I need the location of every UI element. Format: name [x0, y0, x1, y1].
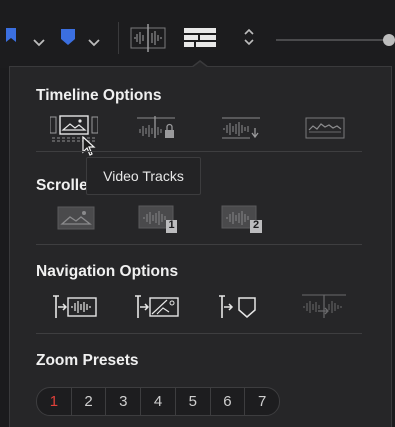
zoom-preset-5[interactable]: 5	[176, 388, 211, 415]
nav-marker-icon[interactable]	[217, 292, 263, 325]
zoom-slider-handle[interactable]	[383, 34, 395, 46]
zoom-preset-6[interactable]: 6	[211, 388, 246, 415]
zoom-preset-2[interactable]: 2	[72, 388, 107, 415]
nav-audio-icon[interactable]	[51, 292, 99, 325]
timeline-options-title: Timeline Options	[36, 87, 162, 104]
zoom-presets-title: Zoom Presets	[36, 352, 139, 369]
audio-waveform-down-icon[interactable]	[220, 116, 262, 145]
nav-video-icon[interactable]	[133, 292, 181, 325]
scroller-audio-1-icon[interactable]: 1	[138, 204, 178, 239]
audio-waveform-icon[interactable]	[130, 24, 166, 57]
zoom-preset-3[interactable]: 3	[106, 388, 142, 415]
marker-icon[interactable]	[60, 28, 76, 51]
scroller-badge-2: 2	[252, 219, 260, 231]
scroller-audio-2-icon[interactable]: 2	[221, 204, 263, 239]
toolbar-divider	[118, 22, 119, 54]
chevron-down-icon[interactable]	[88, 34, 100, 52]
nav-waveform-icon[interactable]	[300, 292, 348, 325]
chevron-down-icon[interactable]	[33, 34, 45, 52]
zoom-slider-track[interactable]	[276, 39, 388, 41]
scroller-badge-1: 1	[168, 219, 175, 231]
tooltip: Video Tracks	[86, 157, 201, 195]
audio-lock-icon[interactable]	[135, 116, 177, 145]
navigation-options-title: Navigation Options	[36, 263, 179, 280]
zoom-preset-7[interactable]: 7	[245, 388, 279, 415]
flag-icon[interactable]	[6, 28, 20, 51]
timeline-view-icon[interactable]	[183, 27, 217, 54]
waveform-overview-icon[interactable]	[305, 117, 345, 144]
updown-chevron-icon[interactable]	[243, 27, 255, 52]
zoom-preset-4[interactable]: 4	[141, 388, 176, 415]
scroller-video-icon[interactable]	[57, 206, 95, 235]
section-divider	[36, 244, 362, 245]
toolbar	[0, 0, 395, 68]
zoom-preset-1[interactable]: 1	[37, 388, 72, 415]
zoom-presets-segmented-control: 1 2 3 4 5 6 7	[36, 387, 280, 416]
section-divider	[36, 151, 362, 152]
section-divider	[36, 333, 362, 334]
popover-notch-fill	[192, 62, 208, 68]
